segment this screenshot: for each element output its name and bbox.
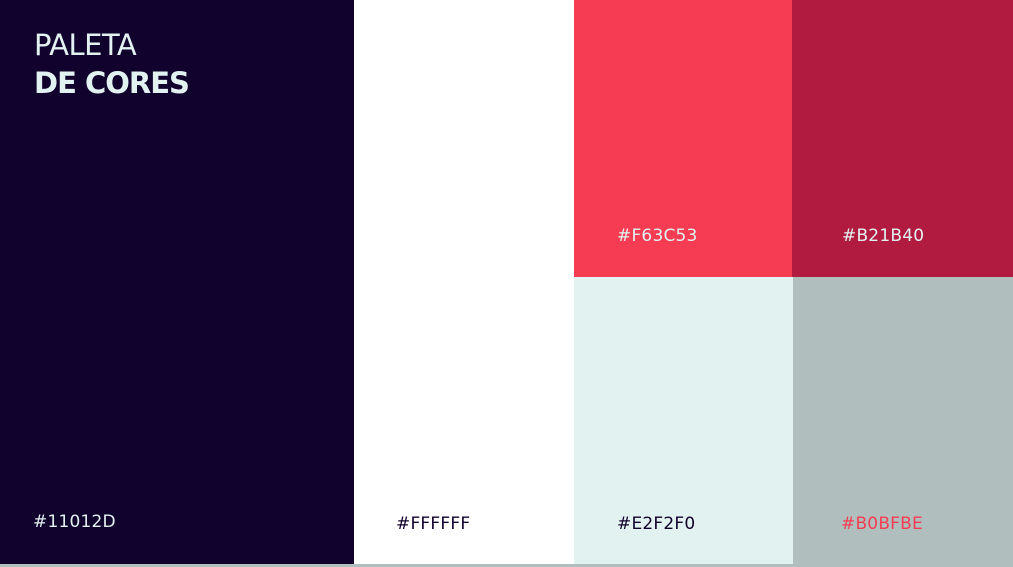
swatch-white: #FFFFFF xyxy=(354,0,574,564)
swatch-code-mint: #E2F2F0 xyxy=(617,514,696,534)
swatch-code-white: #FFFFFF xyxy=(396,514,471,534)
swatch-code-gray: #B0BFBE xyxy=(841,514,923,534)
color-palette: PALETA DE CORES #11012D #FFFFFF #F63C53 … xyxy=(0,0,1013,567)
swatch-code-crimson: #B21B40 xyxy=(842,226,925,246)
swatch-code-coral: #F63C53 xyxy=(617,226,698,246)
title-line-2: DE CORES xyxy=(34,66,190,100)
swatch-crimson: #B21B40 xyxy=(792,0,1013,277)
swatch-coral: #F63C53 xyxy=(574,0,793,277)
title-line-1: PALETA xyxy=(34,28,137,62)
swatch-gray: #B0BFBE xyxy=(793,277,1013,564)
swatch-dark: PALETA DE CORES #11012D xyxy=(0,0,354,564)
palette-title: PALETA DE CORES xyxy=(34,26,190,102)
swatch-code-dark: #11012D xyxy=(33,512,116,532)
swatch-mint: #E2F2F0 xyxy=(574,277,793,564)
